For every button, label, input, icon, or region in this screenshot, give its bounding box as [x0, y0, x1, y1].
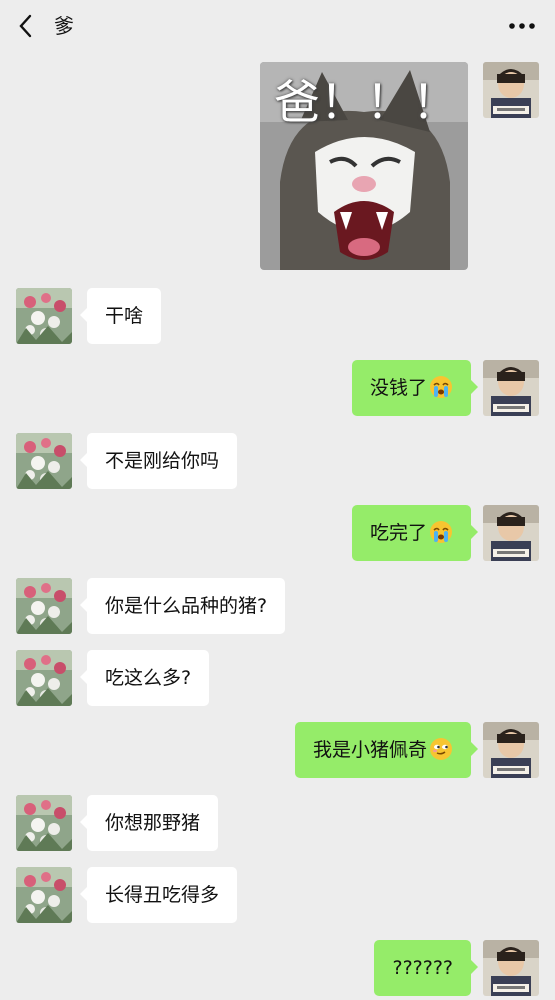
- crying-face-emoji-icon: [429, 375, 453, 399]
- child-photo-avatar-icon: [483, 62, 539, 118]
- message-text: 你想那野猪: [105, 812, 201, 834]
- outgoing-message[interactable]: 我是小猪佩奇: [294, 722, 479, 778]
- incoming-message[interactable]: 不是刚给你吗: [79, 433, 238, 489]
- message-text: 吃完了: [369, 522, 427, 544]
- message-text: 干啥: [105, 305, 144, 327]
- chat-header: 爹: [0, 0, 555, 54]
- dad-avatar[interactable]: [16, 288, 72, 344]
- outgoing-message[interactable]: 没钱了: [351, 360, 479, 416]
- message-text: 你是什么品种的猪?: [105, 595, 268, 617]
- my-avatar[interactable]: [483, 722, 539, 778]
- flowers-photo-avatar-icon: [16, 578, 72, 634]
- crying-face-emoji-icon: [429, 520, 453, 544]
- dad-avatar[interactable]: [16, 867, 72, 923]
- message-text: ??????: [392, 957, 453, 979]
- dad-avatar[interactable]: [16, 650, 72, 706]
- flowers-photo-avatar-icon: [16, 650, 72, 706]
- child-photo-avatar-icon: [483, 505, 539, 561]
- outgoing-message[interactable]: 吃完了: [351, 505, 479, 561]
- flowers-photo-avatar-icon: [16, 433, 72, 489]
- smirk-face-emoji-icon: [429, 737, 453, 761]
- child-photo-avatar-icon: [483, 360, 539, 416]
- message-text: 吃这么多?: [105, 667, 192, 689]
- my-avatar[interactable]: [483, 940, 539, 996]
- flowers-photo-avatar-icon: [16, 795, 72, 851]
- chat-title: 爹: [54, 14, 74, 38]
- outgoing-message[interactable]: ??????: [374, 940, 478, 996]
- dad-avatar[interactable]: [16, 433, 72, 489]
- chevron-left-icon[interactable]: [16, 12, 36, 40]
- child-photo-avatar-icon: [483, 940, 539, 996]
- flowers-photo-avatar-icon: [16, 288, 72, 344]
- incoming-message[interactable]: 你是什么品种的猪?: [79, 578, 286, 634]
- my-avatar[interactable]: [483, 505, 539, 561]
- dad-avatar[interactable]: [16, 578, 72, 634]
- more-dots-icon[interactable]: [507, 14, 537, 38]
- message-text: 长得丑吃得多: [105, 884, 220, 906]
- sticker-caption: 爸！！！: [274, 75, 458, 129]
- message-text: 不是刚给你吗: [105, 450, 220, 472]
- flowers-photo-avatar-icon: [16, 867, 72, 923]
- dad-avatar[interactable]: [16, 795, 72, 851]
- message-text: 没钱了: [369, 377, 427, 399]
- incoming-message[interactable]: 干啥: [79, 288, 162, 344]
- my-avatar[interactable]: [483, 62, 539, 118]
- incoming-message[interactable]: 你想那野猪: [79, 795, 219, 851]
- incoming-message[interactable]: 吃这么多?: [79, 650, 210, 706]
- incoming-message[interactable]: 长得丑吃得多: [79, 867, 238, 923]
- my-avatar[interactable]: [483, 360, 539, 416]
- cat-sticker[interactable]: 爸！！！: [260, 62, 468, 270]
- child-photo-avatar-icon: [483, 722, 539, 778]
- message-text: 我是小猪佩奇: [312, 739, 427, 761]
